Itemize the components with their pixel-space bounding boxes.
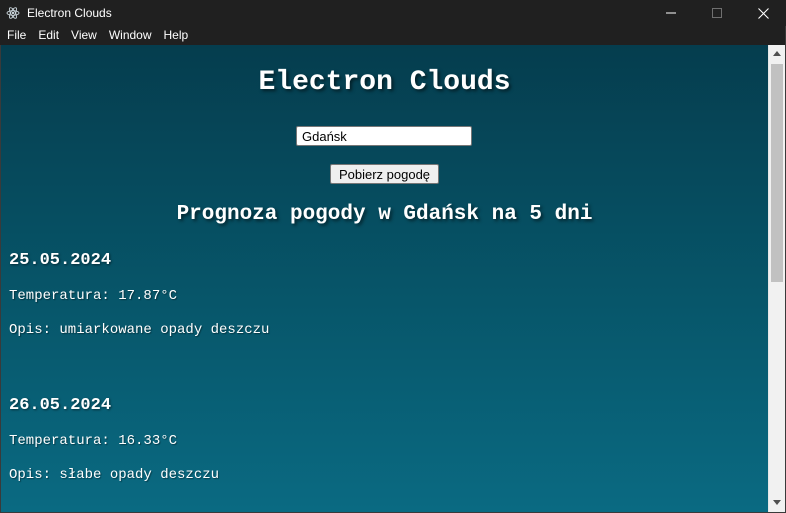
forecast-date: 25.05.2024 [9, 251, 112, 270]
maximize-icon [712, 8, 722, 18]
maximize-button[interactable] [694, 0, 740, 26]
menu-window[interactable]: Window [103, 26, 158, 45]
forecast-day: 25.05.2024 Temperatura: 17.87°C Opis: um… [9, 251, 269, 338]
window-title: Electron Clouds [27, 6, 112, 20]
window-border [0, 45, 1, 513]
forecast-date: 26.05.2024 [9, 396, 112, 415]
close-button[interactable] [740, 0, 786, 26]
forecast-description: Opis: umiarkowane opady deszczu [9, 322, 270, 338]
vertical-scrollbar[interactable] [768, 45, 785, 512]
close-icon [757, 7, 769, 19]
menu-file[interactable]: File [0, 26, 32, 45]
scrollbar-thumb[interactable] [771, 64, 783, 282]
menu-edit[interactable]: Edit [32, 26, 65, 45]
minimize-button[interactable] [648, 0, 694, 26]
fetch-weather-button[interactable]: Pobierz pogodę [330, 164, 439, 184]
window-titlebar: Electron Clouds [0, 0, 786, 26]
forecast-description: Opis: słabe opady deszczu [9, 467, 220, 483]
scroll-down-icon[interactable] [769, 494, 785, 511]
forecast-heading: Prognoza pogody w Gdańsk na 5 dni [176, 203, 593, 226]
city-input[interactable] [296, 126, 472, 146]
minimize-icon [666, 12, 676, 14]
electron-icon [5, 5, 21, 21]
menu-view[interactable]: View [65, 26, 103, 45]
app-title: Electron Clouds [258, 67, 511, 98]
scroll-up-icon[interactable] [769, 45, 785, 62]
menu-help[interactable]: Help [158, 26, 195, 45]
menu-bar: File Edit View Window Help [0, 26, 786, 45]
forecast-temperature: Temperatura: 16.33°C [9, 433, 178, 449]
forecast-temperature: Temperatura: 17.87°C [9, 288, 178, 304]
app-content: Electron Clouds Pobierz pogodę Prognoza … [1, 45, 768, 512]
forecast-day: 26.05.2024 Temperatura: 16.33°C Opis: sł… [9, 396, 219, 483]
